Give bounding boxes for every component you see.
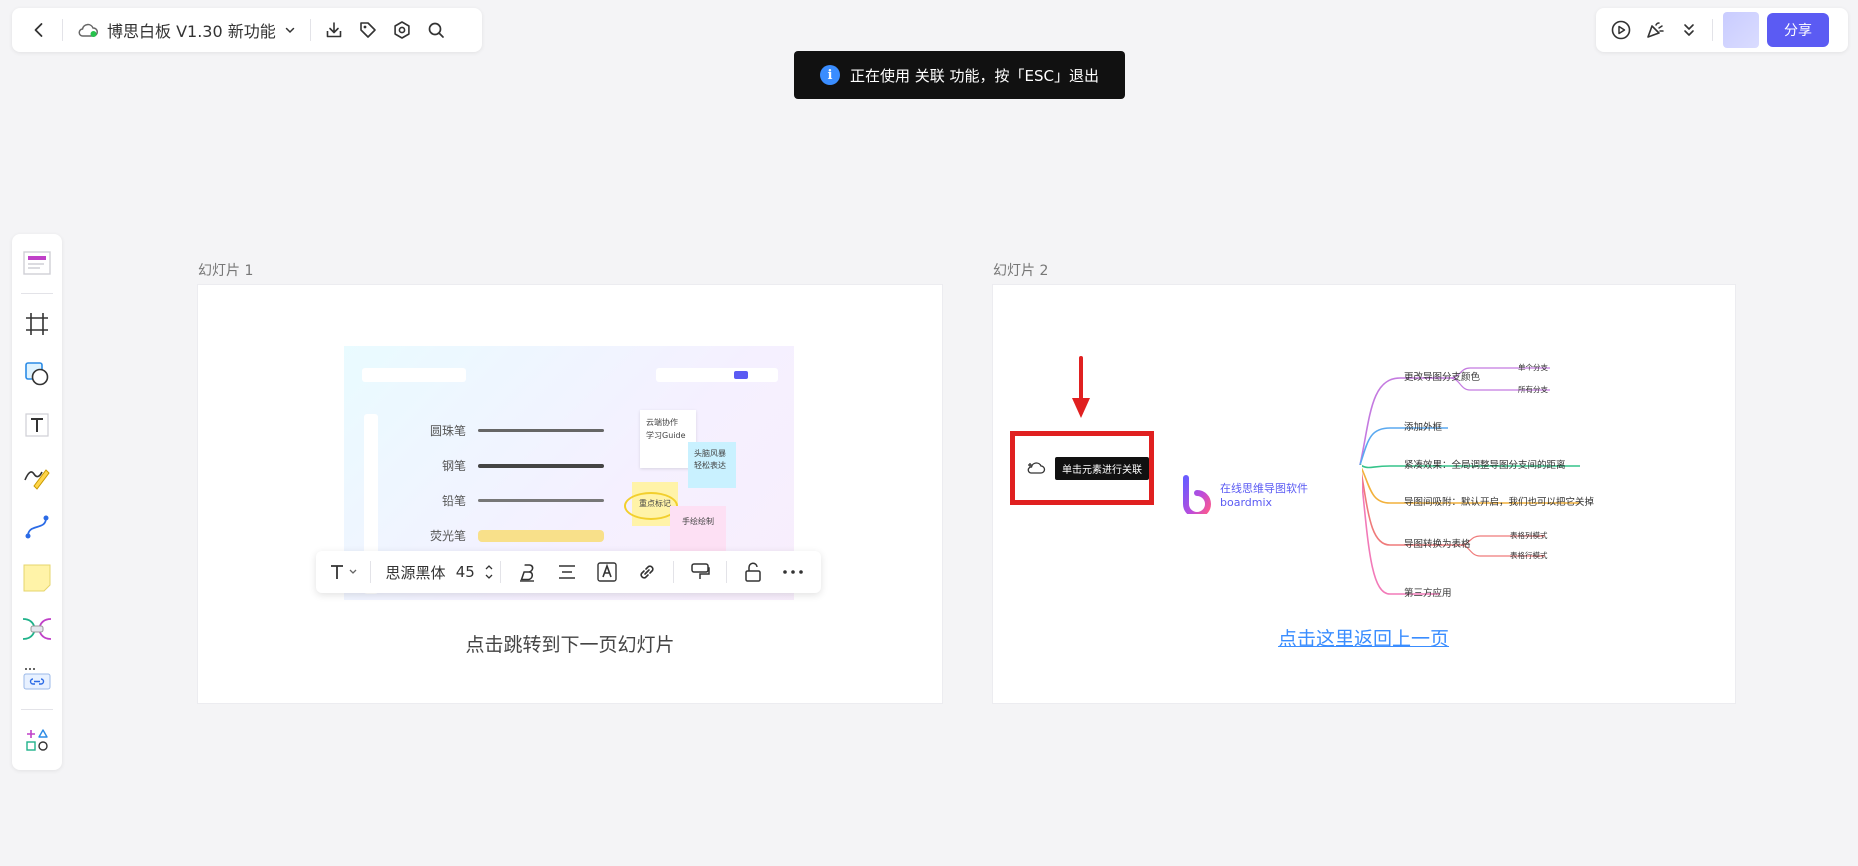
- divider: [370, 561, 371, 583]
- mindmap-branch[interactable]: 第三方应用: [1404, 585, 1452, 599]
- play-icon[interactable]: [1604, 13, 1638, 47]
- format-painter-icon[interactable]: [680, 555, 720, 589]
- pen-stroke: [478, 463, 604, 468]
- font-family-select[interactable]: 思源黑体: [377, 555, 454, 589]
- mini-sticky-note: 头脑风暴 轻松表达: [688, 442, 736, 488]
- back-to-previous-slide-link[interactable]: 点击这里返回上一页: [1278, 624, 1449, 651]
- pen-label: 圆珠笔: [429, 424, 466, 438]
- back-icon[interactable]: [22, 13, 56, 47]
- tag-icon[interactable]: [351, 13, 385, 47]
- avatar[interactable]: [1723, 12, 1759, 48]
- pen-label: 钢笔: [441, 459, 466, 473]
- divider: [500, 561, 502, 583]
- red-arrow-icon: [1070, 356, 1092, 420]
- note-line: 手绘绘制: [682, 517, 714, 526]
- download-icon[interactable]: [317, 13, 351, 47]
- divider: [21, 292, 53, 294]
- lock-icon[interactable]: [733, 555, 773, 589]
- association-tooltip: 单击元素进行关联: [1055, 456, 1149, 480]
- mindmap-branch[interactable]: 添加外框: [1404, 419, 1442, 433]
- note-line: 云端协作: [646, 418, 678, 427]
- mindmap-icon[interactable]: [17, 608, 57, 650]
- font-size-value: 45: [455, 563, 475, 581]
- font-size-stepper[interactable]: 45: [454, 555, 494, 589]
- pen-row: 钢笔: [426, 457, 604, 474]
- pen-stroke: [478, 499, 604, 502]
- mindmap-root[interactable]: 在线思维导图软件 boardmix: [1172, 465, 1362, 523]
- divider: [21, 709, 53, 711]
- notice-text: 正在使用 关联 功能，按「ESC」退出: [849, 66, 1099, 85]
- divider: [673, 561, 675, 583]
- connector-icon[interactable]: [17, 506, 57, 548]
- top-left-toolbar: 博思白板 V1.30 新功能: [12, 8, 482, 52]
- pen-row: 荧光笔: [426, 527, 604, 544]
- link-icon[interactable]: [627, 555, 667, 589]
- association-mode-notice: i 正在使用 关联 功能，按「ESC」退出: [794, 51, 1125, 99]
- boardmix-logo-icon: [1180, 474, 1214, 514]
- sticky-note-icon[interactable]: [17, 557, 57, 599]
- left-toolbar: [12, 234, 62, 770]
- slide-2-label: 幻灯片 2: [993, 263, 1049, 279]
- mindmap-branch[interactable]: 导图间吸附：默认开启，我们也可以把它关掉: [1404, 494, 1594, 508]
- mini-share-button: [734, 371, 748, 379]
- mindmap-branch[interactable]: 紧凑效果：全局调整导图分支间的距离: [1404, 457, 1566, 471]
- pen-stroke: [478, 429, 604, 432]
- settings-icon[interactable]: [385, 13, 419, 47]
- pen-row: 圆珠笔: [426, 422, 604, 439]
- mini-toolbar: [656, 368, 778, 382]
- top-right-toolbar: 分享: [1596, 8, 1848, 52]
- divider: [309, 19, 311, 41]
- board-title-menu[interactable]: 博思白板 V1.30 新功能: [69, 13, 304, 47]
- mindmap-leaf[interactable]: 单个分支: [1518, 362, 1548, 373]
- bold-icon[interactable]: [507, 555, 547, 589]
- board-title: 博思白板 V1.30 新功能: [107, 22, 276, 41]
- search-icon[interactable]: [419, 13, 453, 47]
- frame-icon[interactable]: [17, 303, 57, 345]
- mindmap-branch[interactable]: 导图转换为表格: [1404, 536, 1471, 550]
- text-icon[interactable]: [17, 404, 57, 446]
- pen-label: 荧光笔: [429, 529, 466, 543]
- slide-1-caption[interactable]: 点击跳转到下一页幻灯片: [198, 630, 942, 657]
- note-line: 头脑风暴: [694, 449, 726, 458]
- mindmap-branch[interactable]: 更改导图分支颜色: [1404, 369, 1480, 383]
- pen-label: 铅笔: [441, 494, 466, 508]
- association-cursor-icon: [1027, 459, 1047, 477]
- more-tools-icon[interactable]: [17, 719, 57, 761]
- divider: [62, 19, 63, 41]
- note-line: 轻松表达: [694, 461, 726, 470]
- divider: [1712, 19, 1713, 41]
- align-icon[interactable]: [547, 555, 587, 589]
- mini-toolbar: [362, 368, 466, 382]
- association-highlight-box: 单击元素进行关联: [1010, 431, 1154, 505]
- link-embed-icon[interactable]: [17, 658, 57, 700]
- text-type-icon[interactable]: [324, 555, 364, 589]
- shape-icon[interactable]: [17, 354, 57, 396]
- celebrate-icon[interactable]: [1638, 13, 1672, 47]
- stepper-icon: [485, 563, 493, 581]
- slides-panel-icon[interactable]: [17, 242, 57, 284]
- share-button[interactable]: 分享: [1767, 13, 1829, 47]
- collapse-icon[interactable]: [1672, 13, 1706, 47]
- divider: [726, 561, 727, 583]
- mindmap-leaf[interactable]: 所有分支: [1518, 384, 1548, 395]
- chevron-down-icon: [284, 24, 296, 36]
- text-color-icon[interactable]: [587, 555, 627, 589]
- cloud-sync-icon: [77, 22, 99, 38]
- mindmap-root-label: 在线思维导图软件 boardmix: [1220, 481, 1308, 509]
- pen-row: 铅笔: [426, 492, 604, 509]
- pen-icon[interactable]: [17, 455, 57, 497]
- mindmap-leaf[interactable]: 表格列模式: [1510, 530, 1548, 541]
- mindmap-leaf[interactable]: 表格行模式: [1510, 550, 1548, 561]
- info-icon: i: [819, 65, 840, 85]
- more-icon[interactable]: [773, 555, 813, 589]
- mindmap-branches: [1359, 367, 1580, 595]
- note-line: 学习Guide: [646, 431, 686, 440]
- pen-stroke: [478, 529, 604, 542]
- slide-1-label: 幻灯片 1: [198, 263, 254, 279]
- text-format-toolbar: 思源黑体 45: [316, 551, 821, 593]
